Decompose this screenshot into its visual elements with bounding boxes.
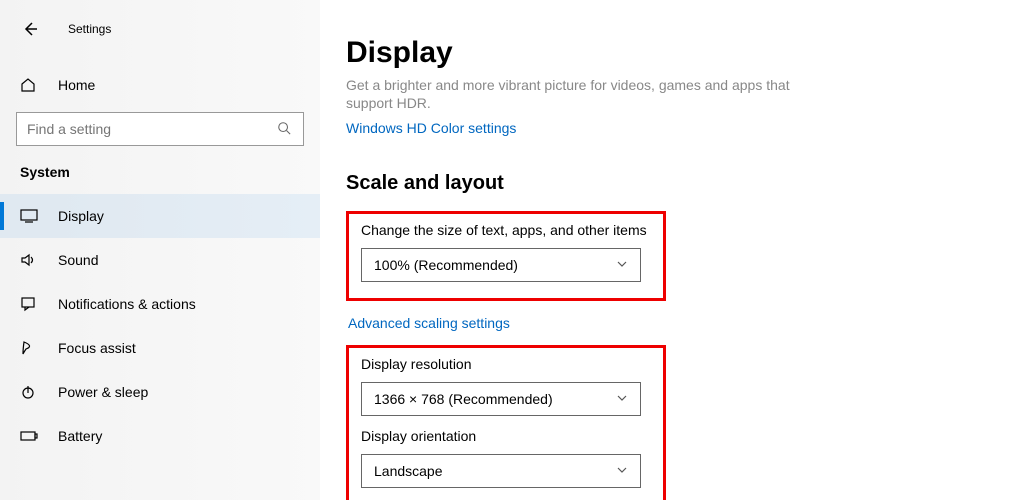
search-icon	[277, 121, 293, 138]
home-label: Home	[58, 77, 95, 93]
resolution-orientation-highlight: Display resolution 1366 × 768 (Recommend…	[346, 345, 666, 500]
resolution-value: 1366 × 768 (Recommended)	[374, 391, 553, 407]
scale-section-title: Scale and layout	[346, 172, 1015, 195]
sidebar-item-focus-assist[interactable]: Focus assist	[0, 326, 320, 370]
app-title: Settings	[68, 22, 111, 36]
notifications-icon	[20, 296, 38, 312]
sound-icon	[20, 252, 38, 268]
chevron-down-icon	[616, 463, 628, 479]
section-label: System	[0, 164, 320, 180]
scale-value: 100% (Recommended)	[374, 257, 518, 273]
home-nav[interactable]: Home	[0, 66, 320, 104]
title-bar: Settings	[0, 14, 320, 44]
resolution-dropdown[interactable]: 1366 × 768 (Recommended)	[361, 382, 641, 416]
display-icon	[20, 209, 38, 223]
back-button[interactable]	[20, 19, 40, 39]
orientation-value: Landscape	[374, 463, 443, 479]
scale-highlight: Change the size of text, apps, and other…	[346, 211, 666, 301]
sidebar: Settings Home System Display Sound Notif…	[0, 0, 320, 500]
orientation-label: Display orientation	[361, 428, 651, 444]
resolution-label: Display resolution	[361, 356, 651, 372]
orientation-dropdown[interactable]: Landscape	[361, 454, 641, 488]
search-field[interactable]	[27, 121, 277, 137]
sidebar-item-label: Notifications & actions	[58, 296, 196, 312]
sidebar-item-notifications[interactable]: Notifications & actions	[0, 282, 320, 326]
focus-assist-icon	[20, 340, 38, 356]
sidebar-item-label: Display	[58, 208, 104, 224]
power-icon	[20, 384, 38, 400]
advanced-scaling-link[interactable]: Advanced scaling settings	[348, 315, 510, 331]
chevron-down-icon	[616, 257, 628, 273]
page-title: Display	[346, 36, 1015, 70]
back-arrow-icon	[22, 21, 38, 37]
scale-dropdown[interactable]: 100% (Recommended)	[361, 248, 641, 282]
sidebar-item-power-sleep[interactable]: Power & sleep	[0, 370, 320, 414]
hd-color-link[interactable]: Windows HD Color settings	[346, 120, 516, 136]
search-input[interactable]	[16, 112, 304, 146]
sidebar-item-sound[interactable]: Sound	[0, 238, 320, 282]
sidebar-item-display[interactable]: Display	[0, 194, 320, 238]
sidebar-item-label: Sound	[58, 252, 98, 268]
battery-icon	[20, 430, 38, 442]
sidebar-item-battery[interactable]: Battery	[0, 414, 320, 458]
chevron-down-icon	[616, 391, 628, 407]
hdr-description: Get a brighter and more vibrant picture …	[346, 76, 826, 112]
scale-label: Change the size of text, apps, and other…	[361, 222, 651, 238]
sidebar-item-label: Focus assist	[58, 340, 136, 356]
sidebar-item-label: Battery	[58, 428, 102, 444]
main-content: Display Get a brighter and more vibrant …	[320, 0, 1015, 500]
home-icon	[20, 77, 38, 93]
sidebar-item-label: Power & sleep	[58, 384, 148, 400]
